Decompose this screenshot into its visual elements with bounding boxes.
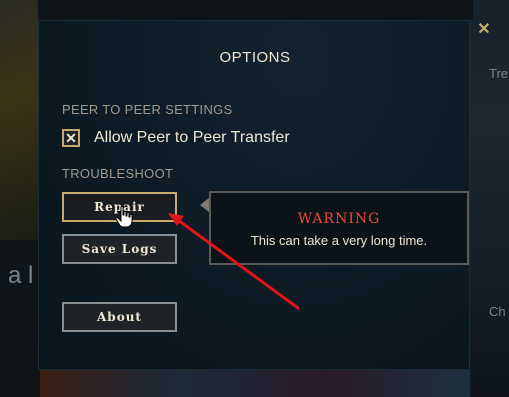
allow-peer-transfer-checkbox[interactable]: ✕ <box>62 129 80 147</box>
background-text-right-bottom: Ch <box>489 304 506 319</box>
background-art-right <box>470 0 509 397</box>
allow-peer-transfer-label: Allow Peer to Peer Transfer <box>94 129 290 146</box>
troubleshoot-section-label: TROUBLESHOOT <box>62 166 174 181</box>
warning-tooltip: WARNING This can take a very long time. <box>209 191 469 265</box>
background-art-top <box>38 0 473 20</box>
peer-to-peer-section-label: PEER TO PEER SETTINGS <box>62 102 233 117</box>
background-art-left <box>0 0 40 240</box>
save-logs-button[interactable]: Save Logs <box>62 234 177 264</box>
close-icon[interactable]: ✕ <box>476 22 492 38</box>
hand-cursor-icon <box>115 206 133 228</box>
allow-peer-transfer-option[interactable]: ✕ Allow Peer to Peer Transfer <box>62 127 290 149</box>
background-text-right-top: Tre <box>489 66 509 81</box>
dialog-title: OPTIONS <box>219 49 291 66</box>
warning-text: This can take a very long time. <box>250 233 428 248</box>
warning-title: WARNING <box>297 211 381 227</box>
background-text-left: a l <box>8 262 34 289</box>
warning-pointer <box>200 198 209 212</box>
background-art-bottom <box>40 370 470 397</box>
about-button[interactable]: About <box>62 302 177 332</box>
